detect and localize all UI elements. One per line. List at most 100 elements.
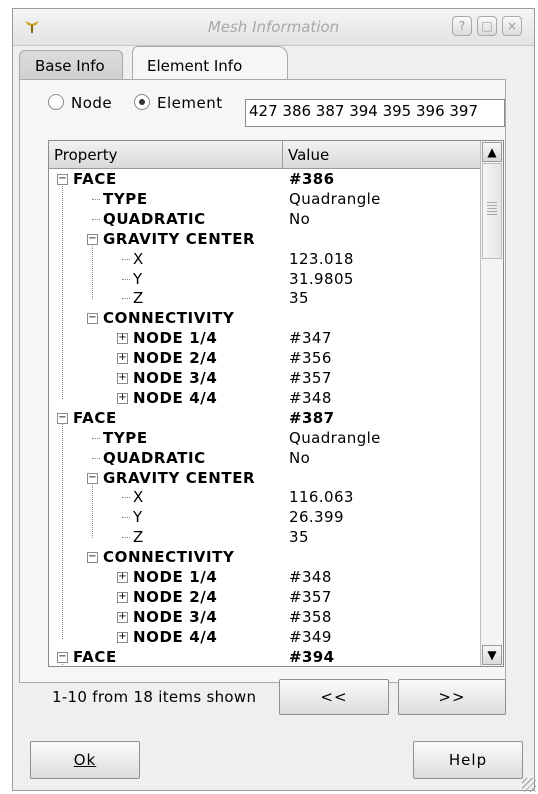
collapse-icon[interactable]: − bbox=[87, 472, 98, 484]
collapse-icon[interactable]: − bbox=[87, 233, 98, 245]
tab-base-info[interactable]: Base Info bbox=[19, 50, 123, 80]
tree-row-label: NODE 2/4 bbox=[133, 587, 218, 606]
tree-row[interactable]: − GRAVITY CENTER bbox=[49, 468, 481, 488]
expand-icon[interactable]: + bbox=[117, 572, 128, 583]
expand-icon[interactable]: + bbox=[117, 392, 128, 404]
property-tree[interactable]: Property Value − FACE #386 TYPE Quadrangle QU… bbox=[48, 140, 504, 667]
tree-row[interactable]: + NODE 3/4 #358 bbox=[49, 607, 481, 627]
help-button[interactable]: Help bbox=[413, 741, 523, 779]
tree-row[interactable]: − CONNECTIVITY bbox=[49, 308, 481, 328]
tree-row-label: CONNECTIVITY bbox=[103, 548, 235, 567]
help-title-button[interactable]: ? bbox=[452, 16, 472, 36]
tree-row[interactable]: X 123.018 bbox=[49, 249, 481, 269]
collapse-icon[interactable]: − bbox=[87, 313, 98, 325]
vertical-scrollbar[interactable]: ▲ ▼ bbox=[480, 141, 503, 666]
tree-row-value: 35 bbox=[289, 289, 309, 308]
tree-row-label: QUADRATIC bbox=[103, 209, 206, 228]
tree-row-label: FACE bbox=[73, 170, 117, 188]
tree-row-label: NODE 1/4 bbox=[133, 329, 218, 348]
column-header-property[interactable]: Property bbox=[49, 141, 283, 169]
tree-row[interactable]: QUADRATIC No bbox=[49, 209, 481, 229]
tree-row[interactable]: − GRAVITY CENTER bbox=[49, 229, 481, 249]
collapse-icon[interactable]: − bbox=[57, 651, 68, 663]
tree-row[interactable]: + NODE 2/4 #356 bbox=[49, 348, 481, 368]
resize-grip-icon[interactable] bbox=[522, 778, 536, 792]
node-radio-label[interactable]: Node bbox=[71, 94, 112, 112]
collapse-icon[interactable]: − bbox=[57, 174, 68, 185]
close-icon: × bbox=[506, 19, 518, 33]
expand-icon[interactable]: + bbox=[117, 631, 128, 643]
radio-checked-dot bbox=[139, 99, 145, 105]
tree-row-label: NODE 2/4 bbox=[133, 349, 218, 368]
tree-row-label: Y bbox=[133, 269, 143, 288]
maximize-icon: □ bbox=[481, 19, 493, 33]
column-header-value[interactable]: Value bbox=[283, 141, 481, 169]
tree-row[interactable]: + NODE 2/4 #357 bbox=[49, 587, 481, 607]
grip-icon bbox=[487, 202, 497, 216]
tree-row[interactable]: − FACE #386 bbox=[49, 169, 481, 189]
tree-row-label: QUADRATIC bbox=[103, 448, 206, 467]
tree-row[interactable]: TYPE Quadrangle bbox=[49, 428, 481, 448]
tree-row-label: Z bbox=[133, 289, 144, 308]
title-bar[interactable]: Mesh Information ? □ × bbox=[13, 9, 534, 46]
scroll-down-arrow-icon[interactable]: ▼ bbox=[482, 645, 502, 665]
tree-row-label: FACE bbox=[73, 408, 117, 427]
tab-label: Element Info bbox=[147, 57, 243, 75]
previous-page-button[interactable]: << bbox=[279, 679, 389, 715]
expand-icon[interactable]: + bbox=[117, 591, 128, 603]
tree-row[interactable]: Y 31.9805 bbox=[49, 269, 481, 289]
tree-row-label: FACE bbox=[73, 647, 117, 666]
tree-row-value: #348 bbox=[289, 568, 332, 586]
element-ids-field[interactable]: 427 386 387 394 395 396 397 bbox=[245, 99, 505, 127]
tree-row[interactable]: TYPE Quadrangle bbox=[49, 189, 481, 209]
tree-row-value: #356 bbox=[289, 349, 332, 368]
tree-row[interactable]: + NODE 1/4 #347 bbox=[49, 328, 481, 348]
tree-row-label: X bbox=[133, 488, 144, 507]
tree-row[interactable]: − FACE #394 bbox=[49, 647, 481, 666]
element-radio-label[interactable]: Element bbox=[157, 94, 223, 112]
tree-row[interactable]: X 116.063 bbox=[49, 487, 481, 507]
maximize-button[interactable]: □ bbox=[477, 16, 497, 36]
tree-row-value: #348 bbox=[289, 388, 332, 407]
ok-button[interactable]: Ok bbox=[30, 741, 140, 779]
help-button-label: Help bbox=[448, 751, 488, 769]
tree-row-label: Z bbox=[133, 528, 144, 547]
tree-row-value: 31.9805 bbox=[289, 269, 354, 288]
node-radio[interactable] bbox=[48, 94, 64, 110]
tree-row-value: #349 bbox=[289, 627, 332, 646]
tree-row-label: NODE 4/4 bbox=[133, 388, 218, 407]
scroll-thumb[interactable] bbox=[482, 163, 502, 259]
collapse-icon[interactable]: − bbox=[57, 412, 68, 424]
tree-row-label: GRAVITY CENTER bbox=[103, 229, 256, 248]
tree-row[interactable]: − FACE #387 bbox=[49, 408, 481, 428]
expand-icon[interactable]: + bbox=[117, 353, 128, 365]
close-button[interactable]: × bbox=[502, 16, 522, 36]
tree-row-label: NODE 3/4 bbox=[133, 369, 218, 387]
tree-row-label: TYPE bbox=[103, 189, 148, 208]
expand-icon[interactable]: + bbox=[117, 611, 128, 623]
tree-row[interactable]: − CONNECTIVITY bbox=[49, 547, 481, 567]
tree-row-value: 116.063 bbox=[289, 488, 354, 507]
tree-row[interactable]: + NODE 3/4 #357 bbox=[49, 368, 481, 388]
expand-icon[interactable]: + bbox=[117, 373, 128, 384]
collapse-icon[interactable]: − bbox=[87, 552, 98, 564]
tree-row-value: #358 bbox=[289, 607, 332, 626]
tab-element-info[interactable]: Element Info bbox=[132, 46, 288, 80]
tree-row-value: No bbox=[289, 448, 311, 467]
tree-row[interactable]: Z 35 bbox=[49, 527, 481, 547]
element-radio[interactable] bbox=[134, 94, 150, 110]
tree-row[interactable]: + NODE 4/4 #348 bbox=[49, 388, 481, 408]
tree-row[interactable]: Z 35 bbox=[49, 288, 481, 308]
question-icon: ? bbox=[458, 19, 466, 33]
tab-label: Base Info bbox=[35, 57, 105, 75]
tree-row[interactable]: QUADRATIC No bbox=[49, 448, 481, 468]
tree-row[interactable]: + NODE 4/4 #349 bbox=[49, 627, 481, 647]
scroll-up-arrow-icon[interactable]: ▲ bbox=[482, 142, 502, 162]
tree-row-label: GRAVITY CENTER bbox=[103, 468, 256, 487]
tree-row[interactable]: + NODE 1/4 #348 bbox=[49, 567, 481, 587]
expand-icon[interactable]: + bbox=[117, 333, 128, 345]
tree-row[interactable]: Y 26.399 bbox=[49, 507, 481, 527]
tree-row-value: 35 bbox=[289, 528, 309, 547]
next-page-button[interactable]: >> bbox=[398, 679, 506, 715]
tree-row-value: 123.018 bbox=[289, 249, 354, 268]
